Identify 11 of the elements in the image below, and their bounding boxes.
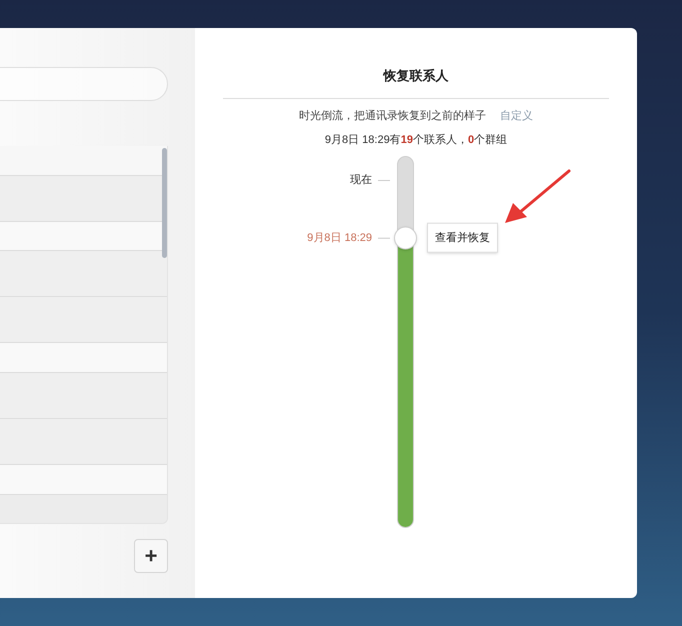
arrow-drawing	[505, 169, 571, 225]
slider-thumb[interactable]	[394, 226, 417, 250]
now-label: 现在	[350, 173, 372, 188]
summary-text: 9月8日 18:29有19个联系人，0个群组	[324, 132, 508, 148]
scrollbar[interactable]	[162, 148, 167, 258]
search-field[interactable]	[0, 67, 168, 101]
date-label: 9月8日 18:29	[307, 230, 372, 246]
restore-tooltip[interactable]: 查看并恢复	[427, 222, 498, 254]
description-text: 时光倒流，把通讯录恢复到之前的样子	[299, 108, 486, 124]
add-button[interactable]: +	[134, 539, 168, 573]
panel-title: 恢复联系人	[384, 67, 448, 85]
